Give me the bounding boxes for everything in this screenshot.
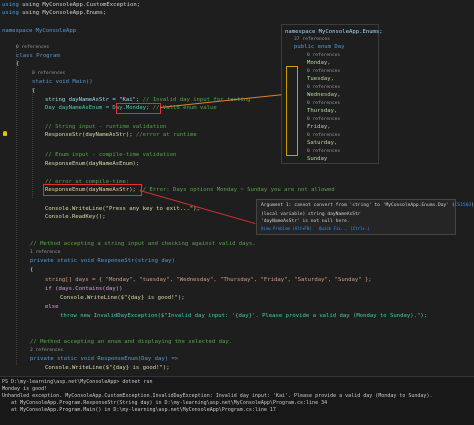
error-message: Argument 1: cannot convert from 'string'… <box>261 203 474 208</box>
codelens-references[interactable]: 2 references <box>30 347 63 355</box>
terminal-line: at MyConsoleApp.Program.Main() in D:\my-… <box>2 407 276 413</box>
code-line-days-array: string[] days = { "Monday", "tuesday", "… <box>45 277 372 283</box>
codelens-references[interactable]: 1 reference <box>30 249 60 257</box>
code-line-response-enum: ResponseEnum(dayNameAsEnum); <box>45 161 140 167</box>
error-tooltip: Argument 1: cannot convert from 'string'… <box>256 199 474 235</box>
enum-highlight-box <box>286 66 298 156</box>
enum-member: Tuesday, <box>307 76 334 82</box>
class-declaration: class Program <box>16 53 60 59</box>
enum-member: Friday, <box>307 124 331 130</box>
code-line-writeline: Console.WriteLine("Press any key to exit… <box>45 206 200 212</box>
terminal-line: PS D:\my-learning\asp.net\MyConsoleApp> … <box>2 379 153 385</box>
indent-guide <box>32 88 33 198</box>
enum-member: Sunday <box>307 156 328 162</box>
using-line-2: using using MyConsoleApp.Enums; <box>2 10 107 16</box>
code-line-writeline-good: Console.WriteLine($"{day} is good!"); <box>60 295 185 301</box>
enum-member: Saturday, <box>307 140 338 146</box>
indent-guide <box>16 45 17 365</box>
enum-member: Thursday, <box>307 108 338 114</box>
codelens-references[interactable]: 0 references <box>16 44 49 52</box>
namespace-line: namespace MyConsoleApp <box>2 28 77 34</box>
lightbulb-icon[interactable] <box>3 131 7 136</box>
error-code-link[interactable]: CS1503 <box>455 203 472 208</box>
brace: { <box>16 61 20 67</box>
quick-fix-link[interactable]: Quick Fix... (Ctrl+.) <box>319 225 370 233</box>
brace: { <box>30 267 34 273</box>
method-response-enum: private static void ResponseEnum(Day day… <box>30 356 179 362</box>
codelens-references[interactable]: 0 references <box>32 70 65 78</box>
comment-string-input: // String input - runtime validation <box>45 124 167 130</box>
main-method: static void Main() <box>32 79 93 85</box>
method-response-str: private static void ResponseStr(string d… <box>30 258 175 264</box>
code-line-writeline-enum: Console.WriteLine($"{day} is good!"); <box>45 365 170 371</box>
highlight-error-call <box>43 184 142 196</box>
highlight-day-monday <box>116 103 161 114</box>
using-line-1: using using MyConsoleApp.CustomException… <box>2 2 141 8</box>
terminal-line: Unhandled exception. MyConsoleApp.Custom… <box>2 393 433 399</box>
enum-declaration: public enum Day <box>294 44 345 50</box>
brace: { <box>32 88 36 94</box>
terminal-line: Monday is good! <box>2 386 48 392</box>
code-line-response-str: ResponseStr(dayNameAsStr); //error at ru… <box>45 132 197 138</box>
code-line-if: if (days.Contains(day)) <box>45 286 123 292</box>
terminal-line: at MyConsoleApp.Program.ResponseStr(Stri… <box>2 400 328 406</box>
code-line-throw: throw new InvalidDayException($"Invalid … <box>60 313 428 319</box>
code-line-readkey: Console.ReadKey(); <box>45 214 106 220</box>
view-problem-link[interactable]: View Problem (Alt+F8) <box>261 225 312 233</box>
comment-method-enum: // Method accepting an enum and displayi… <box>30 339 233 345</box>
code-line-else: else <box>45 304 59 310</box>
enum-namespace: namespace MyConsoleApp.Enums; <box>285 29 383 35</box>
comment-enum-input: // Enum input - compile-time validation <box>45 152 177 158</box>
terminal-panel[interactable]: PS D:\my-learning\asp.net\MyConsoleApp> … <box>0 376 474 425</box>
enum-member: Wednesday, <box>307 92 341 98</box>
comment-method-str: // Method accepting a string input and c… <box>30 241 256 247</box>
enum-member: Monday, <box>307 60 331 66</box>
